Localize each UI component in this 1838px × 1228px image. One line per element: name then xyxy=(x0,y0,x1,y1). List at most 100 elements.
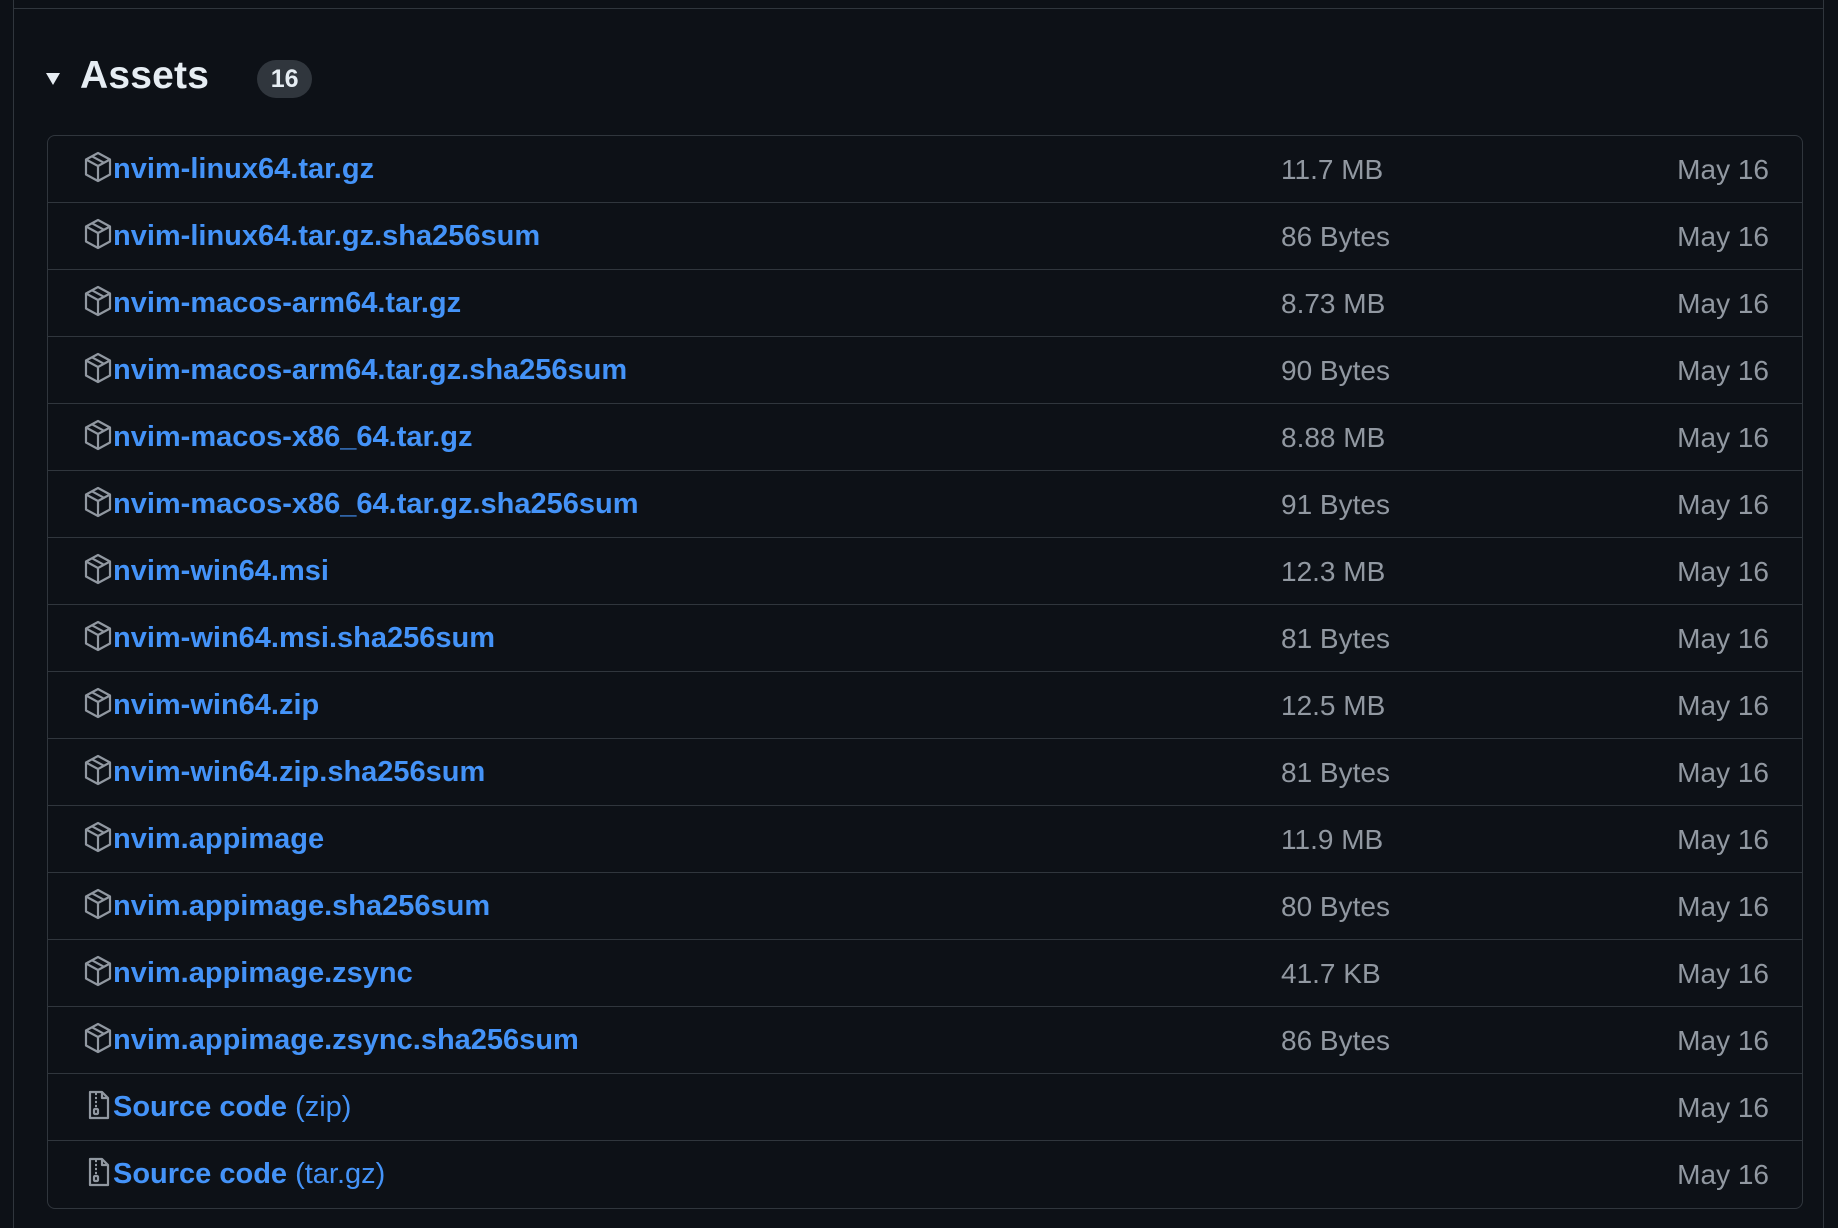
asset-size: 91 Bytes xyxy=(1281,489,1390,520)
asset-size: 8.88 MB xyxy=(1281,422,1386,453)
asset-name: nvim-macos-x86_64.tar.gz.sha256sum xyxy=(113,488,639,520)
asset-link[interactable]: nvim-win64.msi.sha256sum xyxy=(113,605,495,672)
asset-date: May 16 xyxy=(1677,891,1769,922)
asset-link[interactable]: nvim.appimage xyxy=(113,806,324,873)
asset-link[interactable]: nvim.appimage.zsync xyxy=(113,940,413,1007)
file-zip-icon xyxy=(83,1156,113,1188)
asset-date: May 16 xyxy=(1677,958,1769,989)
asset-size: 86 Bytes xyxy=(1281,1025,1390,1056)
asset-link[interactable]: nvim-win64.zip.sha256sum xyxy=(113,739,485,806)
asset-name-suffix: (tar.gz) xyxy=(295,1158,386,1190)
caret-down-icon xyxy=(46,73,60,85)
asset-name: Source code xyxy=(113,1091,288,1123)
asset-date: May 16 xyxy=(1677,1092,1769,1123)
assets-summary-toggle[interactable]: Assets 16 xyxy=(46,46,313,106)
asset-date: May 16 xyxy=(1677,154,1769,185)
asset-size: 12.3 MB xyxy=(1281,556,1386,587)
asset-link[interactable]: nvim-macos-arm64.tar.gz xyxy=(113,270,461,337)
package-icon xyxy=(83,687,113,719)
asset-link[interactable]: nvim.appimage.zsync.sha256sum xyxy=(113,1007,579,1074)
asset-name: Source code xyxy=(113,1158,288,1190)
asset-name: nvim-linux64.tar.gz xyxy=(113,153,375,185)
assets-count-badge: 16 xyxy=(257,60,313,98)
package-icon xyxy=(83,955,113,987)
asset-name: nvim.appimage.sha256sum xyxy=(113,890,491,922)
asset-row: nvim.appimage.sha256sum 80 Bytes May 16 xyxy=(48,873,1802,940)
asset-size: 12.5 MB xyxy=(1281,690,1386,721)
asset-row: nvim.appimage 11.9 MB May 16 xyxy=(48,806,1802,873)
asset-row: nvim.appimage.zsync 41.7 KB May 16 xyxy=(48,940,1802,1007)
asset-date: May 16 xyxy=(1677,422,1769,453)
asset-size: 8.73 MB xyxy=(1281,288,1386,319)
asset-date: May 16 xyxy=(1677,489,1769,520)
asset-name: nvim-macos-arm64.tar.gz xyxy=(113,287,462,319)
asset-date: May 16 xyxy=(1677,1159,1769,1190)
asset-name: nvim-win64.zip xyxy=(113,689,320,721)
package-icon xyxy=(83,1022,113,1054)
asset-name: nvim-win64.zip.sha256sum xyxy=(113,756,486,788)
asset-row: nvim-win64.zip.sha256sum 81 Bytes May 16 xyxy=(48,739,1802,806)
asset-row: nvim-linux64.tar.gz.sha256sum 86 Bytes M… xyxy=(48,203,1802,270)
asset-row: Source code (tar.gz) May 16 xyxy=(48,1141,1802,1208)
package-icon xyxy=(83,821,113,853)
asset-name: nvim-macos-x86_64.tar.gz xyxy=(113,421,473,453)
asset-row: nvim-macos-x86_64.tar.gz.sha256sum 91 By… xyxy=(48,471,1802,538)
asset-row: nvim-macos-arm64.tar.gz 8.73 MB May 16 xyxy=(48,270,1802,337)
asset-size: 11.9 MB xyxy=(1281,824,1384,855)
asset-date: May 16 xyxy=(1677,221,1769,252)
asset-name: nvim-macos-arm64.tar.gz.sha256sum xyxy=(113,354,628,386)
asset-name: nvim.appimage xyxy=(113,823,325,855)
asset-row: nvim-win64.zip 12.5 MB May 16 xyxy=(48,672,1802,739)
asset-link[interactable]: nvim-macos-x86_64.tar.gz xyxy=(113,404,472,471)
package-icon xyxy=(83,151,113,183)
asset-link[interactable]: nvim-linux64.tar.gz.sha256sum xyxy=(113,203,540,270)
asset-name: nvim-win64.msi.sha256sum xyxy=(113,622,495,654)
package-icon xyxy=(83,486,113,518)
package-icon xyxy=(83,419,113,451)
package-icon xyxy=(83,620,113,652)
asset-row: nvim-linux64.tar.gz 11.7 MB May 16 xyxy=(48,136,1802,203)
asset-date: May 16 xyxy=(1677,556,1769,587)
asset-name: nvim.appimage.zsync xyxy=(113,957,413,989)
asset-size: 11.7 MB xyxy=(1281,154,1384,185)
asset-size: 81 Bytes xyxy=(1281,623,1390,654)
asset-name: nvim.appimage.zsync.sha256sum xyxy=(113,1024,579,1056)
package-icon xyxy=(83,754,113,786)
asset-date: May 16 xyxy=(1677,288,1769,319)
asset-link[interactable]: Source code (zip) xyxy=(113,1074,351,1141)
assets-title: Assets xyxy=(80,54,210,97)
asset-date: May 16 xyxy=(1677,623,1769,654)
asset-row: Source code (zip) May 16 xyxy=(48,1074,1802,1141)
asset-link[interactable]: Source code (tar.gz) xyxy=(113,1141,385,1208)
asset-name: nvim-linux64.tar.gz.sha256sum xyxy=(113,220,541,252)
asset-link[interactable]: nvim-win64.zip xyxy=(113,672,319,739)
file-zip-icon xyxy=(83,1089,113,1121)
package-icon xyxy=(83,553,113,585)
asset-link[interactable]: nvim-macos-arm64.tar.gz.sha256sum xyxy=(113,337,627,404)
asset-link[interactable]: nvim-win64.msi xyxy=(113,538,329,605)
asset-date: May 16 xyxy=(1677,690,1769,721)
asset-size: 86 Bytes xyxy=(1281,221,1390,252)
package-icon xyxy=(83,888,113,920)
asset-size: 90 Bytes xyxy=(1281,355,1390,386)
asset-size: 41.7 KB xyxy=(1281,958,1381,989)
asset-link[interactable]: nvim-linux64.tar.gz xyxy=(113,136,374,203)
asset-link[interactable]: nvim-macos-x86_64.tar.gz.sha256sum xyxy=(113,471,639,538)
asset-size: 81 Bytes xyxy=(1281,757,1390,788)
asset-date: May 16 xyxy=(1677,824,1769,855)
asset-link[interactable]: nvim.appimage.sha256sum xyxy=(113,873,490,940)
asset-row: nvim.appimage.zsync.sha256sum 86 Bytes M… xyxy=(48,1007,1802,1074)
package-icon xyxy=(83,218,113,250)
asset-name-suffix: (zip) xyxy=(295,1091,352,1123)
divider xyxy=(13,8,1824,9)
asset-date: May 16 xyxy=(1677,355,1769,386)
asset-row: nvim-macos-arm64.tar.gz.sha256sum 90 Byt… xyxy=(48,337,1802,404)
asset-row: nvim-win64.msi 12.3 MB May 16 xyxy=(48,538,1802,605)
asset-date: May 16 xyxy=(1677,1025,1769,1056)
asset-list: nvim-linux64.tar.gz 11.7 MB May 16 nvim-… xyxy=(47,135,1803,1209)
asset-size: 80 Bytes xyxy=(1281,891,1390,922)
asset-date: May 16 xyxy=(1677,757,1769,788)
asset-row: nvim-win64.msi.sha256sum 81 Bytes May 16 xyxy=(48,605,1802,672)
asset-row: nvim-macos-x86_64.tar.gz 8.88 MB May 16 xyxy=(48,404,1802,471)
package-icon xyxy=(83,352,113,384)
